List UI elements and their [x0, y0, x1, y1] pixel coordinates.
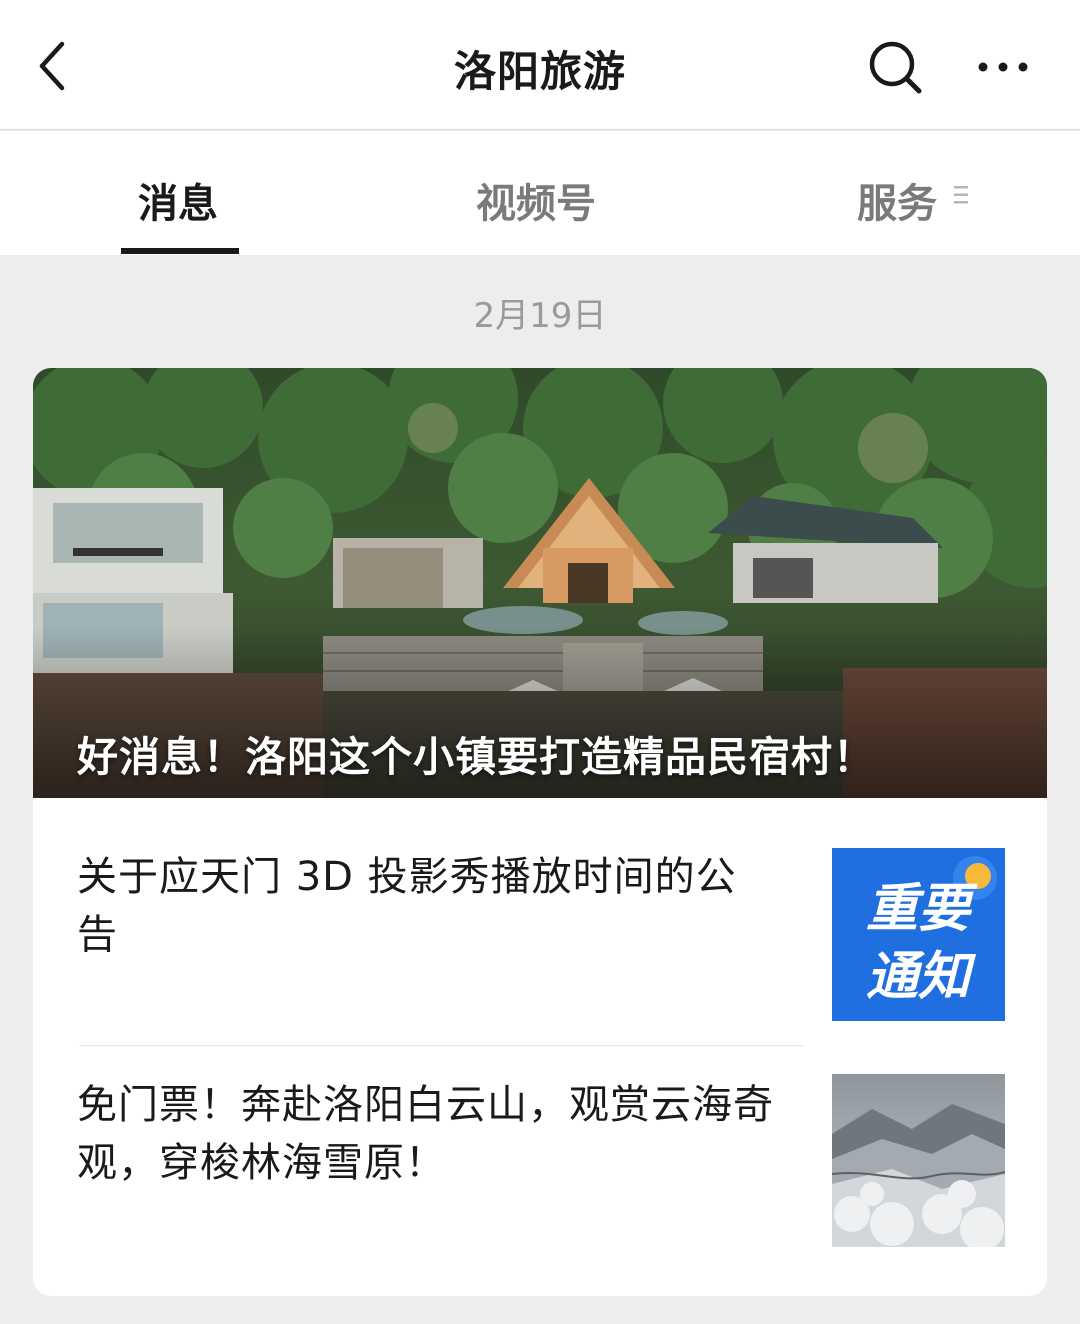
article-title: 免门票！奔赴洛阳白云山，观赏云海奇观，穿梭林海雪原！ — [77, 1082, 774, 1186]
hero-article-title: 好消息！洛阳这个小镇要打造精品民宿村！ — [77, 733, 875, 781]
notice-thumbnail: 重要 通知 — [832, 848, 1005, 1021]
more-dots-icon — [978, 62, 1028, 72]
feed-date: 2月19日 — [473, 296, 607, 336]
snow-mountain-thumbnail — [832, 1074, 1005, 1247]
article-title: 关于应天门 3D 投影秀播放时间的公告 — [77, 854, 737, 958]
more-button[interactable] — [970, 40, 1036, 94]
search-icon — [869, 41, 922, 94]
tab-bar: 消息 视频号 服务 — [0, 131, 1080, 255]
tab-messages[interactable]: 消息 — [138, 171, 218, 229]
article-card: 好消息！洛阳这个小镇要打造精品民宿村！ 关于应天门 3D 投影秀播放时间的公告 … — [33, 368, 1047, 1296]
article-item[interactable]: 关于应天门 3D 投影秀播放时间的公告 重要 通知 — [33, 798, 1047, 1045]
search-button[interactable] — [864, 36, 926, 98]
notice-line1: 重要 — [866, 879, 978, 939]
tab-services[interactable]: 服务 — [857, 171, 937, 229]
article-item[interactable]: 免门票！奔赴洛阳白云山，观赏云海奇观，穿梭林海雪原！ — [33, 1046, 1047, 1296]
notice-line2: 通知 — [866, 947, 977, 1007]
menu-lines-icon — [954, 186, 968, 204]
active-tab-indicator — [121, 248, 239, 254]
tab-channels[interactable]: 视频号 — [476, 171, 596, 229]
top-navigation-bar: 洛阳旅游 — [0, 0, 1080, 130]
hero-article[interactable]: 好消息！洛阳这个小镇要打造精品民宿村！ — [33, 368, 1047, 798]
